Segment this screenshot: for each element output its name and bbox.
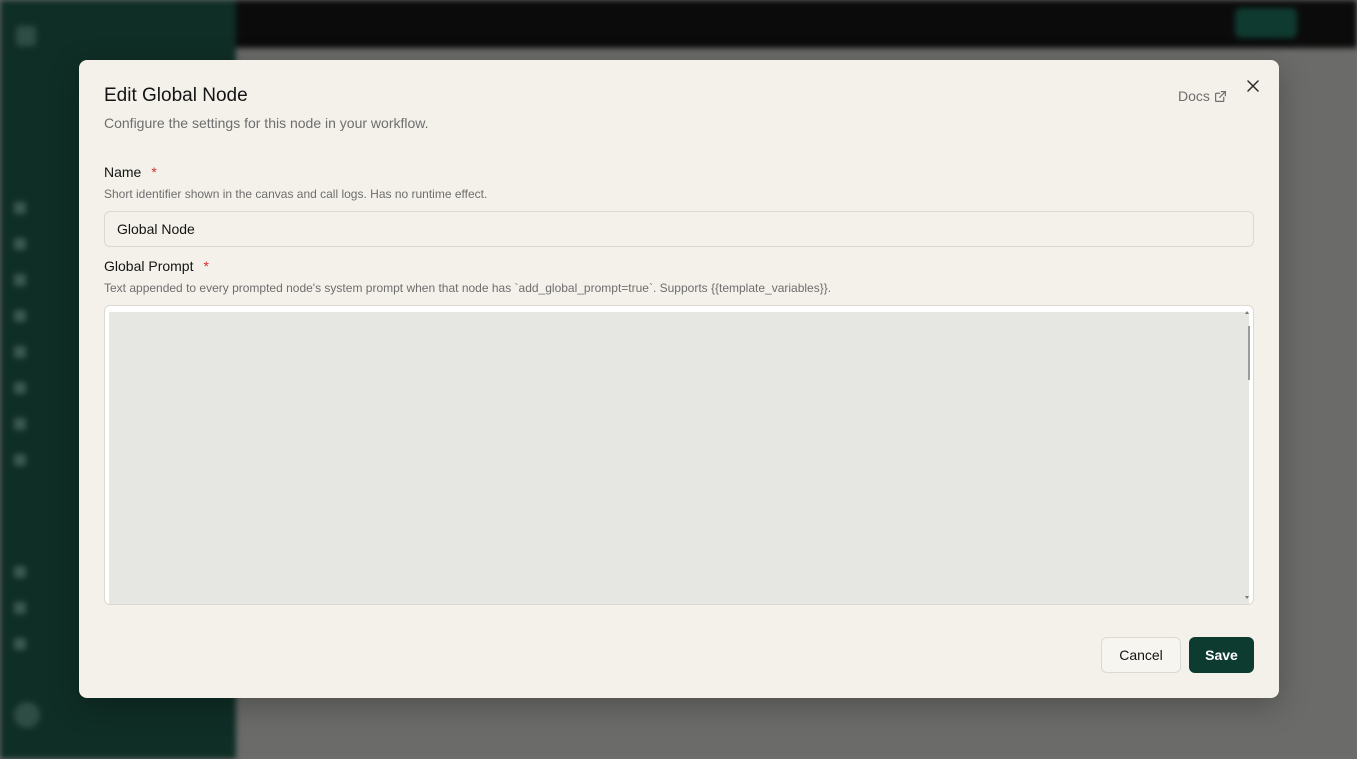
docs-link[interactable]: Docs [1178, 87, 1227, 105]
sidebar-item-icon [14, 417, 26, 430]
logo-icon [16, 26, 36, 46]
editor-scrollbar[interactable] [1248, 326, 1250, 380]
global-prompt-label-text: Global Prompt [104, 258, 194, 274]
avatar [14, 702, 40, 728]
global-prompt-label: Global Prompt * [104, 258, 209, 274]
top-bar [236, 0, 1357, 48]
close-icon [1247, 80, 1259, 92]
scroll-down-arrow-icon[interactable] [1245, 596, 1249, 599]
scroll-up-arrow-icon[interactable] [1245, 311, 1249, 314]
cancel-button[interactable]: Cancel [1101, 637, 1181, 673]
required-mark: * [151, 164, 157, 180]
sidebar-item-icon [14, 381, 26, 394]
edit-node-dialog: Edit Global Node Configure the settings … [79, 60, 1279, 698]
sidebar-item-icon [14, 237, 26, 250]
sidebar-item-icon [14, 201, 26, 214]
name-help-text: Short identifier shown in the canvas and… [104, 187, 488, 201]
dialog-subtitle: Configure the settings for this node in … [104, 115, 429, 131]
name-label: Name * [104, 164, 157, 180]
name-label-text: Name [104, 164, 142, 180]
sidebar-item-icon [14, 637, 26, 650]
logo [16, 26, 216, 46]
external-link-icon [1214, 90, 1226, 102]
save-button[interactable]: Save [1189, 637, 1254, 673]
docs-link-label: Docs [1178, 88, 1210, 104]
name-input[interactable] [104, 211, 1254, 247]
sidebar-item-icon [14, 601, 26, 614]
global-prompt-text-area[interactable] [109, 312, 1249, 604]
dialog-title: Edit Global Node [104, 85, 248, 106]
sidebar-item-icon [14, 273, 26, 286]
close-button[interactable] [1244, 77, 1262, 95]
sidebar-item-icon [14, 345, 26, 358]
sidebar-item-icon [14, 309, 26, 322]
sidebar-item-icon [14, 565, 26, 578]
sidebar-item-icon [14, 453, 26, 466]
global-prompt-help-text: Text appended to every prompted node's s… [104, 281, 832, 295]
topbar-primary-button [1235, 8, 1297, 38]
global-prompt-editor[interactable] [104, 305, 1254, 605]
required-mark: * [203, 258, 209, 274]
